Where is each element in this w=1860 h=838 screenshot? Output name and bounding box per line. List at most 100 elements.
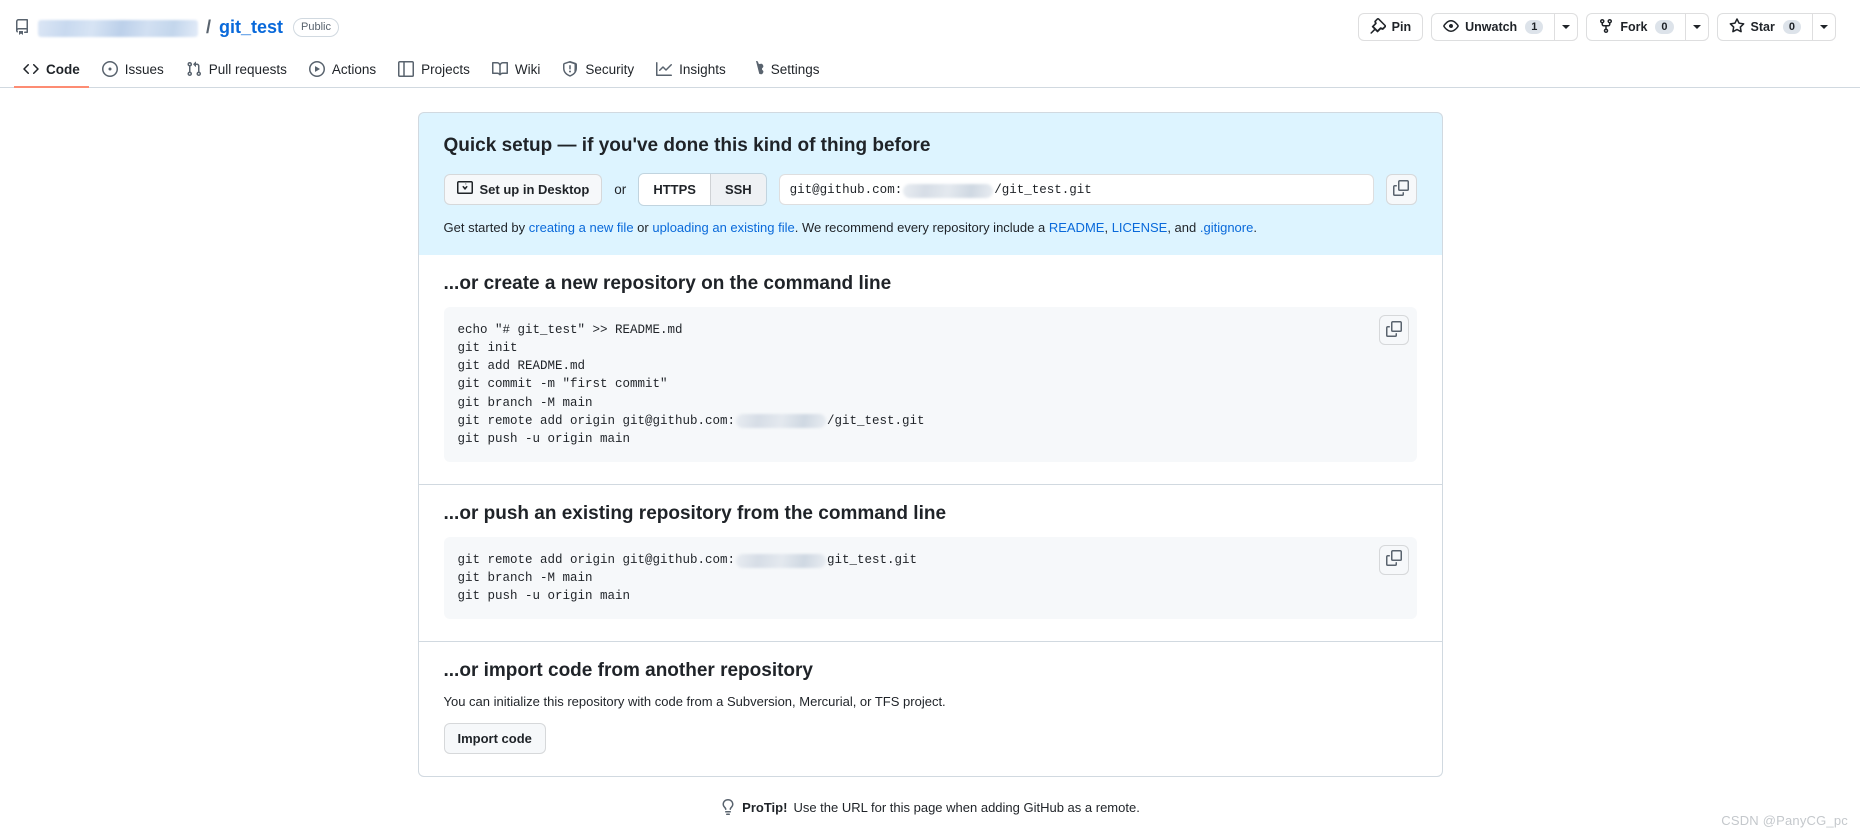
code-line: git add README.md: [457, 359, 586, 374]
push-existing-repo-section: ...or push an existing repository from t…: [418, 483, 1442, 641]
star-count: 0: [1782, 20, 1801, 34]
push-code-block-wrapper: git remote add origin git@github.com: git…: [443, 536, 1417, 620]
clone-url-prefix: git@github.com:: [789, 182, 903, 197]
link-readme[interactable]: README: [1049, 220, 1105, 235]
code-line: git push -u origin main: [457, 431, 631, 446]
breadcrumb-separator: /: [206, 16, 212, 37]
code-line: git remote add origin git@github.com: /gi…: [457, 413, 925, 429]
note-mid2: . We recommend every repository include …: [794, 220, 1049, 235]
fork-dropdown-button[interactable]: [1684, 13, 1709, 41]
repo-header: / git_test Public Pin Unwatch 1 Fork 0 S…: [0, 0, 1860, 44]
quick-setup-row: Set up in Desktop or HTTPS SSH git@githu…: [443, 173, 1417, 206]
tab-wiki[interactable]: Wiki: [483, 54, 550, 88]
breadcrumb: / git_test Public Pin Unwatch 1 Fork 0 S…: [14, 10, 1836, 44]
copy-icon: [1385, 550, 1402, 569]
create-code-block: echo "# git_test" >> README.md git init …: [443, 307, 1417, 462]
repo-name-link[interactable]: git_test: [219, 17, 283, 38]
star-button-group: Star 0: [1716, 13, 1836, 41]
import-code-button[interactable]: Import code: [443, 723, 546, 755]
repo-action-buttons: Pin Unwatch 1 Fork 0 Star 0: [1357, 13, 1836, 41]
tab-projects[interactable]: Projects: [389, 54, 479, 88]
import-code-section: ...or import code from another repositor…: [418, 641, 1442, 776]
code-icon: [23, 61, 39, 77]
tab-pull-requests[interactable]: Pull requests: [177, 54, 296, 88]
note-comma1: ,: [1104, 220, 1112, 235]
push-section-title: ...or push an existing repository from t…: [443, 502, 947, 524]
code-line-prefix: git remote add origin git@github.com:: [457, 413, 736, 428]
get-started-note: Get started by creating a new file or up…: [444, 220, 1417, 235]
watch-dropdown-button[interactable]: [1554, 13, 1579, 41]
clone-url-owner-redacted: [903, 183, 994, 198]
protip-label: ProTip!: [742, 799, 788, 815]
set-up-in-desktop-label: Set up in Desktop: [479, 182, 590, 197]
copy-create-commands-button[interactable]: [1378, 315, 1409, 345]
code-line: git init: [457, 341, 518, 356]
copy-push-commands-button[interactable]: [1378, 544, 1409, 575]
repo-icon: [14, 19, 30, 35]
pin-button[interactable]: Pin: [1357, 13, 1424, 41]
code-owner-redacted: [736, 553, 827, 568]
gear-icon: [748, 61, 764, 77]
code-line-suffix: /git_test.git: [827, 413, 925, 428]
protocol-ssh-button[interactable]: SSH: [709, 174, 766, 205]
eye-icon: [1443, 18, 1459, 37]
fork-button[interactable]: Fork 0: [1586, 13, 1685, 41]
quick-setup-box: Quick setup — if you've done this kind o…: [417, 112, 1443, 255]
tab-code[interactable]: Code: [14, 54, 89, 88]
tab-label: Wiki: [514, 61, 541, 77]
unwatch-button[interactable]: Unwatch 1: [1431, 13, 1555, 41]
push-code-block: git remote add origin git@github.com: git…: [443, 536, 1417, 620]
tab-insights[interactable]: Insights: [647, 54, 735, 88]
chevron-down-icon: [1820, 25, 1828, 29]
watermark: CSDN @PanyCG_pc: [1721, 813, 1848, 828]
protocol-toggle: HTTPS SSH: [638, 173, 767, 206]
protocol-https-button[interactable]: HTTPS: [639, 174, 710, 205]
star-button[interactable]: Star 0: [1716, 13, 1812, 41]
link-license[interactable]: LICENSE: [1112, 220, 1168, 235]
tab-issues[interactable]: Issues: [93, 54, 173, 88]
copy-icon: [1385, 320, 1402, 340]
link-creating-a-new-file[interactable]: creating a new file: [529, 220, 634, 235]
quick-setup-title: Quick setup — if you've done this kind o…: [443, 135, 931, 156]
star-dropdown-button[interactable]: [1812, 13, 1836, 41]
tab-label: Code: [46, 61, 80, 77]
code-line-suffix: git_test.git: [827, 552, 918, 567]
star-icon: [1729, 17, 1745, 37]
create-new-repo-section: ...or create a new repository on the com…: [419, 255, 1442, 484]
clone-url-input[interactable]: git@github.com: /git_test.git: [778, 174, 1374, 205]
copy-clone-url-button[interactable]: [1385, 174, 1417, 205]
unwatch-label: Unwatch: [1465, 20, 1518, 34]
tab-label: Issues: [124, 61, 164, 77]
create-section-title: ...or create a new repository on the com…: [443, 273, 892, 294]
code-line: git branch -M main: [457, 395, 593, 410]
or-label: or: [614, 182, 627, 197]
fork-count: 0: [1655, 20, 1674, 34]
table-icon: [398, 61, 415, 77]
note-lead: Get started by: [443, 220, 529, 235]
note-mid3: , and: [1167, 220, 1200, 235]
tab-actions[interactable]: Actions: [300, 54, 385, 88]
link-gitignore[interactable]: .gitignore: [1200, 220, 1253, 235]
visibility-badge: Public: [293, 17, 339, 37]
fork-label: Fork: [1620, 20, 1648, 34]
tab-label: Insights: [679, 61, 726, 77]
code-line: echo "# git_test" >> README.md: [457, 323, 683, 337]
github-repo-quick-setup-page: / git_test Public Pin Unwatch 1 Fork 0 S…: [0, 0, 1860, 838]
pin-label: Pin: [1391, 20, 1412, 34]
protip-text: Use the URL for this page when adding Gi…: [793, 799, 1140, 815]
set-up-in-desktop-button[interactable]: Set up in Desktop: [443, 174, 603, 205]
setup-panel: Quick setup — if you've done this kind o…: [417, 112, 1443, 816]
tab-settings[interactable]: Settings: [739, 54, 829, 88]
graph-icon: [656, 61, 673, 77]
tab-label: Settings: [770, 61, 820, 77]
tab-security[interactable]: Security: [553, 54, 643, 88]
link-uploading-an-existing-file[interactable]: uploading an existing file: [652, 220, 794, 235]
git-pull-request-icon: [186, 61, 202, 77]
tab-label: Actions: [331, 61, 377, 77]
book-icon: [491, 61, 508, 77]
create-code-block-wrapper: echo "# git_test" >> README.md git init …: [443, 307, 1417, 462]
desktop-download-icon: [456, 180, 473, 199]
owner-name-redacted[interactable]: [38, 19, 198, 37]
fork-button-group: Fork 0: [1586, 13, 1709, 41]
tab-label: Pull requests: [208, 61, 287, 77]
